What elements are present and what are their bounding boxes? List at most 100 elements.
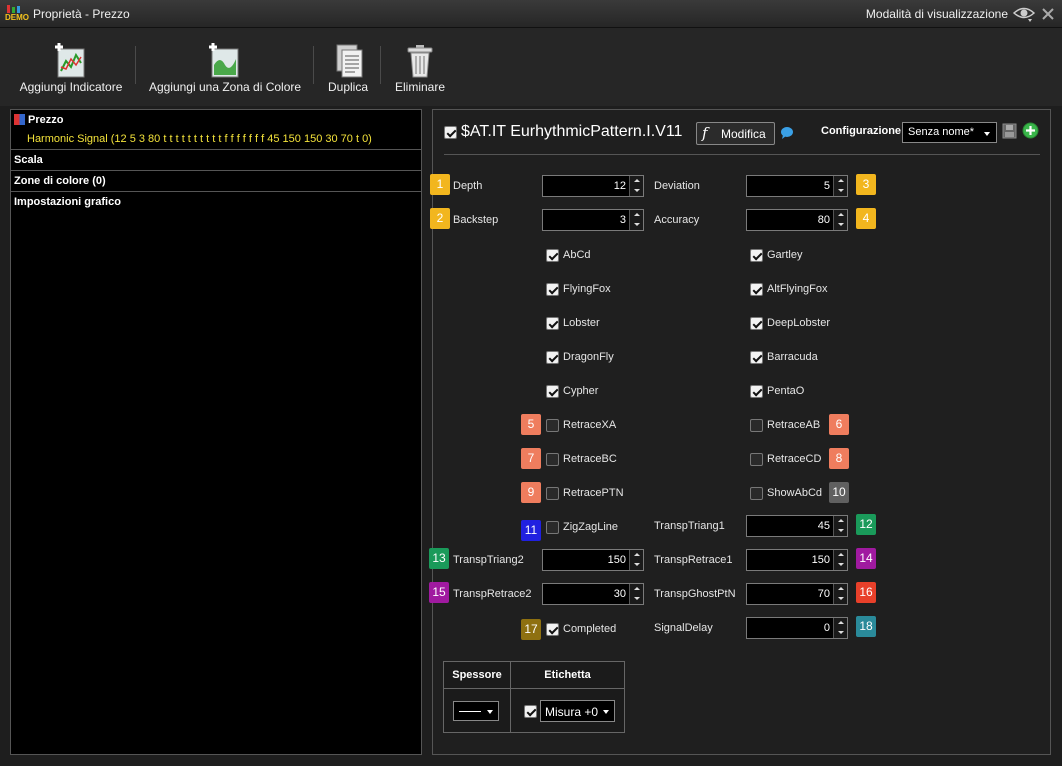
retracexa-checkbox[interactable] <box>546 419 559 432</box>
spinner-arrows-icon[interactable] <box>833 550 847 570</box>
spinner-arrows-icon[interactable] <box>833 584 847 604</box>
modify-label: Modifica <box>721 127 766 141</box>
demo-badge: DEMO <box>5 13 29 22</box>
deviation-input[interactable]: 5 <box>746 175 848 197</box>
comment-icon[interactable] <box>780 126 794 140</box>
spinner-arrows-icon[interactable] <box>629 584 643 604</box>
showabcd-badge: 10 <box>829 482 849 503</box>
transp_ghost-input[interactable]: 70 <box>746 583 848 605</box>
retraceptn-checkbox[interactable] <box>546 487 559 500</box>
showabcd-checkbox[interactable] <box>750 487 763 500</box>
deeplobster-checkbox[interactable] <box>750 317 763 330</box>
retracecd-checkbox[interactable] <box>750 453 763 466</box>
trash-icon <box>407 45 433 78</box>
spinner-arrows-icon[interactable] <box>833 210 847 230</box>
configuration-value: Senza nome* <box>908 126 975 138</box>
transp_triang1-input[interactable]: 45 <box>746 515 848 537</box>
transp_ghost-badge: 16 <box>856 582 876 603</box>
chart-settings-tree-item[interactable]: Impostazioni grafico <box>11 192 421 213</box>
retracebc-badge: 7 <box>521 448 541 469</box>
accuracy-badge: 4 <box>856 208 876 229</box>
view-mode-label[interactable]: Modalità di visualizzazione <box>866 7 1008 21</box>
spinner-arrows-icon[interactable] <box>833 516 847 536</box>
save-icon[interactable] <box>1002 123 1017 139</box>
add-color-zone-button[interactable]: Aggiungi una Zona di Colore <box>146 42 304 104</box>
price-label: Prezzo <box>28 114 64 126</box>
spinner-arrows-icon[interactable] <box>629 550 643 570</box>
duplicate-icon <box>336 44 363 78</box>
retraceptn-badge: 9 <box>521 482 541 503</box>
transp_retrace2-value: 30 <box>613 588 626 600</box>
backstep-value: 3 <box>619 214 626 226</box>
table-divider-horizontal <box>444 688 624 689</box>
label-header: Etichetta <box>544 669 591 681</box>
spinner-arrows-icon[interactable] <box>833 618 847 638</box>
dragonfly-checkbox[interactable] <box>546 351 559 364</box>
retracexa-badge: 5 <box>521 414 541 435</box>
scale-tree-item[interactable]: Scala <box>11 150 421 171</box>
style-table: Spessore Etichetta Misura +0 <box>443 661 625 733</box>
depth-value: 12 <box>613 180 626 192</box>
transp_triang1-value: 45 <box>817 520 830 532</box>
harmonic-signal-item[interactable]: Harmonic Signal (12 5 3 80 t t t t t t t… <box>27 133 372 145</box>
chevron-down-icon <box>984 132 990 136</box>
window-title: Proprietà - Prezzo <box>33 7 130 21</box>
deviation-badge: 3 <box>856 174 876 195</box>
price-tree-item[interactable]: Prezzo Harmonic Signal (12 5 3 80 t t t … <box>11 110 421 150</box>
backstep-input[interactable]: 3 <box>542 209 644 231</box>
zigzag-checkbox[interactable] <box>546 521 559 534</box>
transp_retrace2-badge: 15 <box>429 582 449 603</box>
title-bar: DEMO Proprietà - Prezzo Modalità di visu… <box>0 0 1062 28</box>
app-logo-icon: DEMO <box>5 5 29 23</box>
spinner-arrows-icon[interactable] <box>629 210 643 230</box>
transp_retrace1-value: 150 <box>811 554 830 566</box>
accuracy-value: 80 <box>817 214 830 226</box>
flyingfox-checkbox[interactable] <box>546 283 559 296</box>
transp_retrace1-input[interactable]: 150 <box>746 549 848 571</box>
lobster-checkbox[interactable] <box>546 317 559 330</box>
toolbar-divider <box>135 46 136 84</box>
transp_retrace1-badge: 14 <box>856 548 876 569</box>
altflyingfox-checkbox[interactable] <box>750 283 763 296</box>
add-indicator-icon <box>55 43 85 78</box>
abcd-checkbox[interactable] <box>546 249 559 262</box>
signal_delay-input[interactable]: 0 <box>746 617 848 639</box>
completed-checkbox[interactable] <box>546 623 559 636</box>
toolbar-divider <box>380 46 381 84</box>
signal_delay-badge: 18 <box>856 616 876 637</box>
modify-button[interactable]: f Modifica <box>696 122 775 145</box>
transp_triang2-input[interactable]: 150 <box>542 549 644 571</box>
function-icon: f <box>702 124 708 142</box>
retraceab-checkbox[interactable] <box>750 419 763 432</box>
retracebc-checkbox[interactable] <box>546 453 559 466</box>
transp_retrace2-input[interactable]: 30 <box>542 583 644 605</box>
thickness-dropdown[interactable] <box>453 701 499 721</box>
thickness-header: Spessore <box>452 669 502 681</box>
color-zones-tree-item[interactable]: Zone di colore (0) <box>11 171 421 192</box>
configuration-dropdown[interactable]: Senza nome* <box>902 122 997 143</box>
depth-input[interactable]: 12 <box>542 175 644 197</box>
gartley-checkbox[interactable] <box>750 249 763 262</box>
spinner-arrows-icon[interactable] <box>833 176 847 196</box>
add-color-zone-icon <box>209 43 239 78</box>
add-configuration-icon[interactable] <box>1022 122 1039 139</box>
header-divider <box>444 154 1040 155</box>
retracecd-badge: 8 <box>829 448 849 469</box>
pentao-checkbox[interactable] <box>750 385 763 398</box>
close-icon[interactable] <box>1041 7 1055 21</box>
duplicate-button[interactable]: Duplica <box>322 42 374 104</box>
eye-icon[interactable] <box>1012 4 1036 24</box>
configuration-label: Configurazione: <box>821 125 905 137</box>
price-color-icon <box>14 114 25 125</box>
spinner-arrows-icon[interactable] <box>629 176 643 196</box>
label-dropdown[interactable]: Misura +0 <box>540 700 615 722</box>
indicator-enabled-checkbox[interactable] <box>444 126 457 139</box>
cypher-checkbox[interactable] <box>546 385 559 398</box>
transp_ghost-value: 70 <box>817 588 830 600</box>
barracuda-checkbox[interactable] <box>750 351 763 364</box>
accuracy-input[interactable]: 80 <box>746 209 848 231</box>
label-checkbox[interactable] <box>524 705 537 718</box>
add-indicator-button[interactable]: Aggiungi Indicatore <box>14 42 128 104</box>
delete-button[interactable]: Eliminare <box>390 42 450 104</box>
line-thickness-icon <box>459 711 481 712</box>
